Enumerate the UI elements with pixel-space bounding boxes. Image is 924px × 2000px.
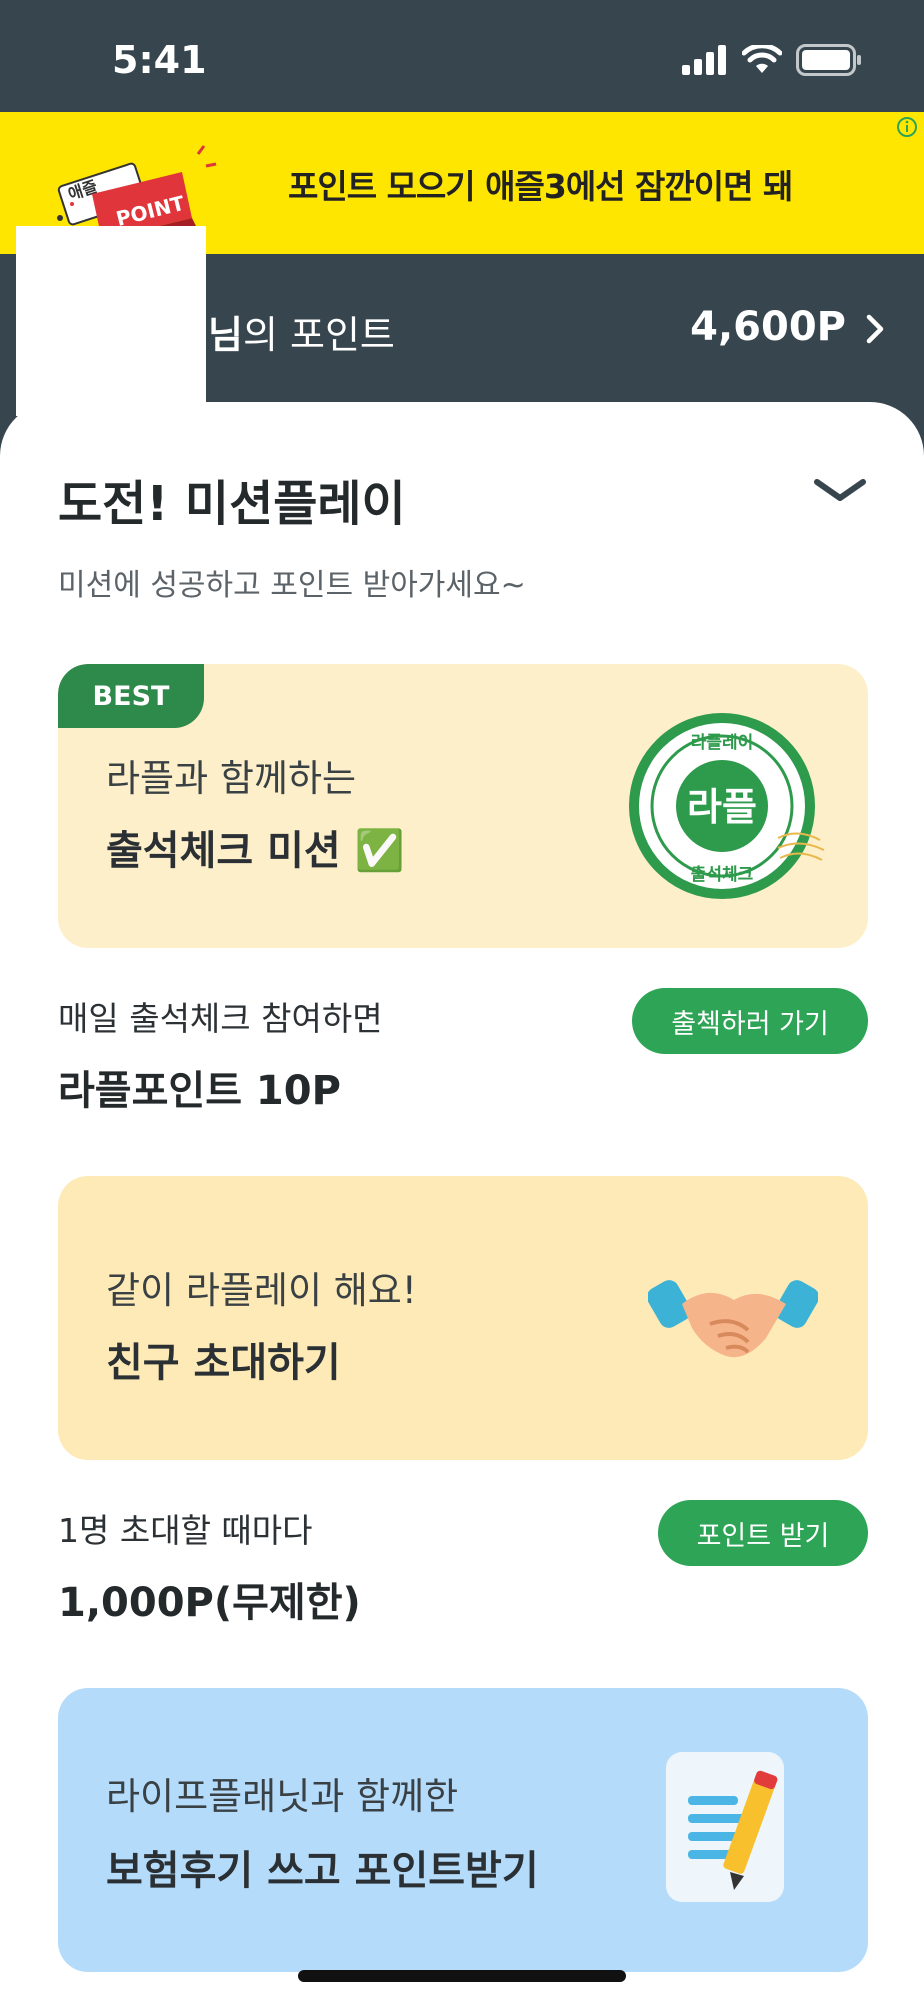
mission-card-invite[interactable]: 같이 라플레이 해요! 친구 초대하기 xyxy=(58,1176,868,1460)
attendance-stamp-icon: 라플 라플레이 출석체크 xyxy=(629,713,825,899)
ad-text: 포인트 모으기 애즐3에선 잠깐이면 돼 xyxy=(288,167,793,206)
attendance-desc: 매일 출석체크 참여하면 xyxy=(58,999,383,1038)
chevron-right-icon xyxy=(866,314,884,344)
best-badge: BEST xyxy=(58,664,204,728)
status-icons xyxy=(682,44,862,76)
document-pencil-icon xyxy=(666,1752,784,1902)
cellular-signal-icon xyxy=(682,45,726,75)
mission-sheet: 도전! 미션플레이 미션에 성공하고 포인트 받아가세요~ BEST 라플과 함… xyxy=(0,402,924,2000)
invite-reward: 1,000P(무제한) xyxy=(58,1580,361,1626)
redacted-username-mask xyxy=(16,226,206,416)
card-line1: 라플과 함께하는 xyxy=(106,757,357,800)
chevron-down-icon[interactable] xyxy=(812,476,868,506)
card-line2: 친구 초대하기 xyxy=(106,1340,341,1386)
status-bar: 5:41 xyxy=(0,0,924,112)
mission-card-review[interactable]: 라이프플래닛과 함께한 보험후기 쓰고 포인트받기 xyxy=(58,1688,868,1972)
attendance-button[interactable]: 출첵하러 가기 xyxy=(632,988,868,1054)
mission-title: 도전! 미션플레이 xyxy=(58,476,406,532)
invite-button[interactable]: 포인트 받기 xyxy=(658,1500,868,1566)
card-line1: 같이 라플레이 해요! xyxy=(106,1269,417,1312)
battery-icon xyxy=(796,44,861,76)
home-indicator xyxy=(298,1970,626,1982)
svg-text:출석체크: 출석체크 xyxy=(691,865,754,885)
card-line2: 출석체크 미션 ✅ xyxy=(106,828,405,874)
user-name-suffix: 님 xyxy=(208,313,243,357)
mission-card-attendance[interactable]: BEST 라플과 함께하는 출석체크 미션 ✅ 라플 라플레이 출석체크 xyxy=(58,664,868,948)
point-label-text: 의 포인트 xyxy=(242,313,395,357)
wifi-icon xyxy=(742,45,782,73)
ad-info-icon[interactable] xyxy=(896,116,918,138)
card-line1: 라이프플래닛과 함께한 xyxy=(106,1775,459,1818)
card-line2: 보험후기 쓰고 포인트받기 xyxy=(106,1848,539,1894)
attendance-reward: 라플포인트 10P xyxy=(58,1068,341,1114)
handshake-icon xyxy=(648,1280,818,1358)
svg-text:라플레이: 라플레이 xyxy=(691,733,754,753)
svg-text:라플: 라플 xyxy=(687,785,757,829)
user-point-label: 님의 포인트 xyxy=(208,304,395,359)
invite-desc: 1명 초대할 때마다 xyxy=(58,1511,313,1550)
point-value: 4,600P xyxy=(690,304,846,350)
status-time: 5:41 xyxy=(112,38,207,82)
mission-subtitle: 미션에 성공하고 포인트 받아가세요~ xyxy=(58,568,526,603)
